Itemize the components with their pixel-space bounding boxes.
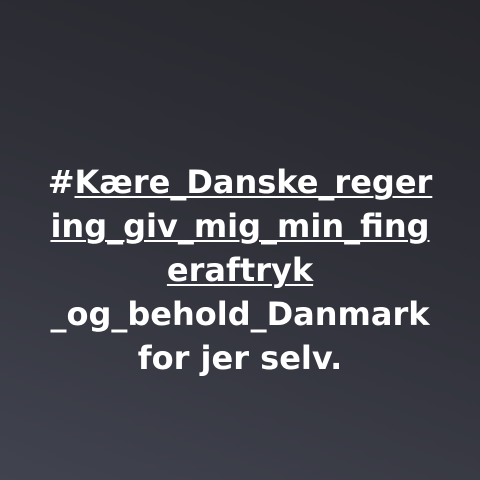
text-post-card: #Kære_Danske_reger ing_giv_mig_min_fing … — [0, 0, 480, 480]
post-text-line-4: _og_behold_Danmark — [0, 292, 480, 336]
post-text-line-5: for jer selv. — [0, 336, 480, 380]
post-text: #Kære_Danske_reger ing_giv_mig_min_fing … — [0, 160, 480, 380]
hash-symbol: # — [47, 163, 75, 201]
plain-text: for jer selv. — [137, 339, 343, 377]
hashtag-link-continued[interactable]: ing_giv_mig_min_fing — [50, 207, 429, 245]
plain-text: _og_behold_Danmark — [50, 295, 430, 333]
hashtag-link-continued[interactable]: eraftryk — [167, 251, 313, 289]
post-text-line-3: eraftryk — [0, 248, 480, 292]
hashtag-link[interactable]: Kære_Danske_reger — [75, 163, 433, 201]
post-text-line-2: ing_giv_mig_min_fing — [0, 204, 480, 248]
post-text-line-1: #Kære_Danske_reger — [0, 160, 480, 204]
